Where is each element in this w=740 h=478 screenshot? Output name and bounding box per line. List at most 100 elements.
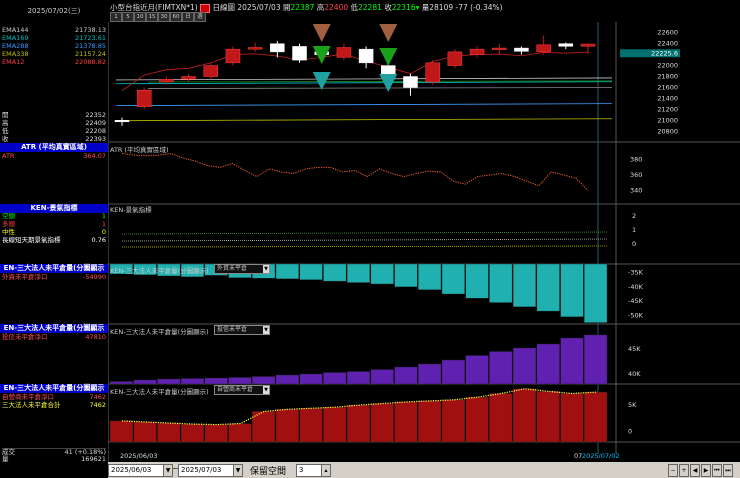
ema-label: EMA338	[2, 50, 29, 58]
candle-body	[159, 79, 174, 83]
oi-bar	[299, 408, 323, 443]
inst2-header: EN-三大法人未平倉量(分圖顯示	[0, 324, 108, 333]
keep-space-label: 保留空間	[250, 467, 287, 477]
signal-arrow-icon	[379, 48, 398, 66]
ken-value: 0.76	[91, 236, 106, 244]
ken-label: 中性	[2, 228, 15, 236]
inst1-tick: -35K	[628, 269, 644, 277]
zoom-in-icon[interactable]: +	[679, 464, 689, 477]
x-end-label: 2025/07/02	[582, 452, 619, 460]
date-to-dropdown-icon[interactable]: ▼	[233, 464, 243, 477]
ema-row: EMA144 21738.13	[2, 27, 106, 34]
ohlc-row: 收 22393	[2, 136, 106, 143]
candle-body	[225, 48, 241, 64]
date-from-input[interactable]: 2025/06/03	[108, 464, 164, 477]
quote-date: 2025/07/03	[237, 3, 281, 12]
ema-row: EMA288 21378.85	[2, 43, 106, 50]
ken-row: 多頭 1	[2, 221, 106, 228]
signal-arrow-icon	[312, 72, 331, 90]
candle-body	[136, 89, 152, 107]
ken-row: 長線短天期景氣指標 0.76	[2, 237, 106, 244]
candle-body	[203, 65, 219, 77]
inst2-label: 投信未平倉淨口	[2, 333, 48, 341]
inst1-header: EN-三大法人未平倉量(分圖顯示	[0, 264, 108, 273]
candle-body	[336, 47, 352, 58]
oi-bar	[394, 263, 418, 288]
first-page-icon[interactable]: ⏮	[712, 464, 722, 477]
keep-space-stepper[interactable]: ▴	[321, 464, 331, 477]
close-label: 收	[384, 3, 392, 12]
oi-bar	[560, 263, 584, 318]
period-button[interactable]: 30	[158, 12, 170, 22]
ken-row: 中性 0	[2, 229, 106, 236]
candle-body	[292, 46, 307, 61]
scroll-right-icon[interactable]: ▶	[701, 464, 711, 477]
oi-bar	[204, 377, 228, 385]
chevron-down-icon[interactable]: ▼	[263, 326, 269, 334]
inst3-select[interactable]: 自營商未平倉 ▼	[214, 385, 270, 395]
inst2-select-value: 投信未平倉	[217, 326, 248, 333]
period-button[interactable]: 15	[146, 12, 158, 22]
period-button[interactable]: 60	[170, 12, 182, 22]
oi-bar	[560, 337, 584, 385]
support-line-2	[147, 87, 613, 89]
candle-body	[425, 62, 440, 83]
scroll-left-icon[interactable]: ◀	[690, 464, 700, 477]
low-label: 低	[350, 3, 359, 12]
oi-bar	[418, 263, 442, 290]
atr-label: ATR	[2, 152, 15, 160]
ken-tick: 0	[632, 240, 636, 248]
inst1-tick: -45K	[628, 297, 644, 305]
ema-line	[115, 118, 613, 122]
oi-bar	[536, 263, 560, 312]
change-value: -77 (-0.34%)	[455, 3, 503, 12]
ohlc-value: 22352	[85, 111, 106, 119]
chart-area[interactable]: 2260022400222002200021800216002140021200…	[108, 22, 740, 462]
chevron-down-icon[interactable]: ▼	[263, 386, 269, 394]
ohlc-row: 開 22352	[2, 112, 106, 119]
inst3-tick: 0	[628, 427, 632, 435]
period-button[interactable]: 1	[110, 12, 122, 22]
price-tick: 21600	[657, 83, 678, 91]
inst3-select-value: 自營商未平倉	[217, 386, 254, 393]
ohlc-label: 收	[2, 135, 9, 143]
oi-bar	[512, 388, 537, 443]
ken-line-white	[121, 238, 609, 242]
price-tick: 21800	[657, 73, 678, 81]
ohlc-label: 高	[2, 119, 9, 127]
period-button[interactable]: 日	[182, 12, 194, 22]
inst2-select[interactable]: 投信未平倉 ▼	[214, 325, 270, 335]
last-page-icon[interactable]: ⏭	[723, 464, 733, 477]
ema-value: 21157.24	[74, 50, 106, 58]
chevron-down-icon[interactable]: ▼	[263, 265, 269, 273]
signal-arrow-icon	[379, 24, 398, 42]
date-to-input[interactable]: 2025/07/03	[178, 464, 234, 477]
candle-body	[558, 43, 574, 47]
atr-tick: 340	[630, 186, 642, 194]
high-value: 22400	[324, 3, 349, 12]
oi-bar	[512, 347, 537, 385]
keep-space-input[interactable]: 3	[296, 464, 322, 477]
candle-body	[447, 51, 463, 66]
ken-value: 1	[101, 220, 106, 228]
close-value: 22316	[391, 3, 416, 12]
inst1-select[interactable]: 外資未平倉 ▼	[214, 264, 270, 274]
ken-label: 多頭	[2, 220, 15, 228]
inst2-tick: 40K	[628, 370, 641, 378]
inst1-select-value: 外資未平倉	[217, 265, 248, 272]
oi-bar	[394, 366, 418, 385]
ema-value: 21378.85	[74, 42, 106, 50]
period-button[interactable]: 10	[134, 12, 146, 22]
ema12-line	[121, 51, 589, 92]
symbol-title[interactable]: 小型台指近月(FIMTXN*1)	[110, 3, 198, 12]
ohlc-value: 22208	[85, 127, 106, 135]
ohlc-row: 低 22208	[2, 128, 106, 135]
open-label: 開	[283, 3, 291, 12]
oi-bar	[584, 334, 608, 385]
period-button[interactable]: 週	[194, 12, 206, 22]
oi-bar	[536, 343, 560, 385]
zoom-out-icon[interactable]: −	[668, 464, 678, 477]
candle-body	[270, 43, 285, 53]
period-button[interactable]: 5	[122, 12, 134, 22]
ohlc-label: 開	[2, 111, 9, 119]
